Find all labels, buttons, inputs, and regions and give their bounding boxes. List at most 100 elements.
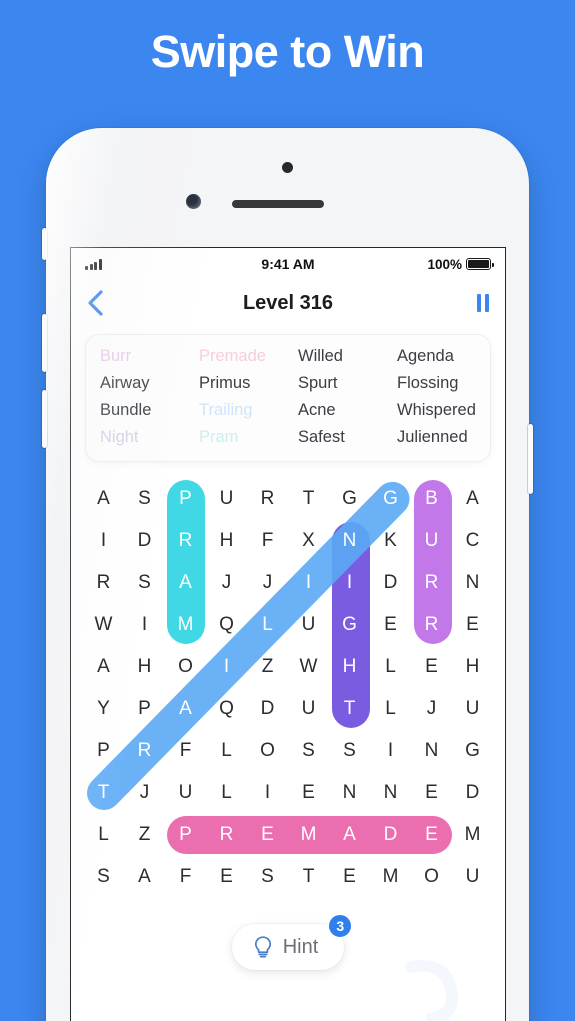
grid-letter-cell[interactable]: I	[329, 562, 370, 604]
grid-letter-cell[interactable]: S	[288, 730, 329, 772]
grid-letter-cell[interactable]: E	[411, 772, 452, 814]
grid-letter-cell[interactable]: U	[206, 478, 247, 520]
grid-letter-cell[interactable]: G	[452, 730, 493, 772]
hint-button[interactable]: Hint 3	[231, 913, 354, 970]
grid-letter-cell[interactable]: T	[329, 688, 370, 730]
volume-down-button[interactable]	[42, 390, 47, 448]
grid-letter-cell[interactable]: U	[452, 856, 493, 898]
grid-letter-cell[interactable]: A	[165, 688, 206, 730]
grid-letter-cell[interactable]: F	[247, 520, 288, 562]
grid-letter-cell[interactable]: A	[452, 478, 493, 520]
grid-letter-cell[interactable]: K	[370, 520, 411, 562]
grid-letter-cell[interactable]: G	[370, 478, 411, 520]
word-search-grid[interactable]: ASPURTGGBAIDRHFXNKUCRSAJJIIDRNWIMQLUGERE…	[79, 474, 493, 898]
grid-letter-cell[interactable]: T	[288, 856, 329, 898]
grid-letter-cell[interactable]: I	[288, 562, 329, 604]
grid-letter-cell[interactable]: D	[452, 772, 493, 814]
grid-letter-cell[interactable]: Q	[206, 604, 247, 646]
grid-letter-cell[interactable]: E	[288, 772, 329, 814]
grid-letter-cell[interactable]: U	[288, 688, 329, 730]
grid-letter-cell[interactable]: B	[411, 478, 452, 520]
grid-letter-cell[interactable]: Z	[124, 814, 165, 856]
grid-letter-cell[interactable]: G	[329, 604, 370, 646]
grid-letter-cell[interactable]: P	[124, 688, 165, 730]
grid-letter-cell[interactable]: X	[288, 520, 329, 562]
grid-letter-cell[interactable]: G	[329, 478, 370, 520]
grid-letter-cell[interactable]: I	[247, 772, 288, 814]
grid-letter-cell[interactable]: W	[288, 646, 329, 688]
grid-letter-cell[interactable]: U	[452, 688, 493, 730]
grid-letter-cell[interactable]: O	[411, 856, 452, 898]
grid-letter-cell[interactable]: D	[124, 520, 165, 562]
grid-letter-cell[interactable]: H	[124, 646, 165, 688]
grid-letter-cell[interactable]: T	[288, 478, 329, 520]
grid-letter-cell[interactable]: R	[411, 604, 452, 646]
grid-letter-cell[interactable]: A	[329, 814, 370, 856]
grid-letter-cell[interactable]: L	[247, 604, 288, 646]
grid-letter-cell[interactable]: E	[206, 856, 247, 898]
grid-letter-cell[interactable]: E	[411, 814, 452, 856]
silent-switch-button[interactable]	[42, 228, 47, 260]
grid-letter-cell[interactable]: J	[411, 688, 452, 730]
grid-letter-cell[interactable]: M	[165, 604, 206, 646]
grid-letter-cell[interactable]: J	[247, 562, 288, 604]
grid-letter-cell[interactable]: Y	[83, 688, 124, 730]
grid-letter-cell[interactable]: E	[329, 856, 370, 898]
grid-letter-cell[interactable]: R	[247, 478, 288, 520]
grid-letter-cell[interactable]: N	[329, 520, 370, 562]
grid-letter-cell[interactable]: N	[370, 772, 411, 814]
grid-letter-cell[interactable]: L	[206, 730, 247, 772]
grid-letter-cell[interactable]: S	[124, 562, 165, 604]
grid-letter-cell[interactable]: O	[247, 730, 288, 772]
grid-letter-cell[interactable]: N	[329, 772, 370, 814]
grid-letter-cell[interactable]: D	[370, 814, 411, 856]
grid-letter-cell[interactable]: L	[370, 646, 411, 688]
grid-letter-cell[interactable]: O	[165, 646, 206, 688]
grid-letter-cell[interactable]: E	[370, 604, 411, 646]
grid-letter-cell[interactable]: J	[124, 772, 165, 814]
grid-letter-cell[interactable]: L	[206, 772, 247, 814]
volume-up-button[interactable]	[42, 314, 47, 372]
grid-letter-cell[interactable]: U	[411, 520, 452, 562]
grid-letter-cell[interactable]: I	[370, 730, 411, 772]
grid-letter-cell[interactable]: M	[452, 814, 493, 856]
grid-letter-cell[interactable]: R	[83, 562, 124, 604]
grid-letter-cell[interactable]: L	[83, 814, 124, 856]
grid-letter-cell[interactable]: I	[124, 604, 165, 646]
grid-letter-cell[interactable]: W	[83, 604, 124, 646]
grid-letter-cell[interactable]: R	[124, 730, 165, 772]
grid-letter-cell[interactable]: U	[165, 772, 206, 814]
grid-letter-cell[interactable]: H	[329, 646, 370, 688]
grid-letter-cell[interactable]: D	[370, 562, 411, 604]
grid-letter-cell[interactable]: E	[452, 604, 493, 646]
grid-letter-cell[interactable]: N	[411, 730, 452, 772]
grid-letter-cell[interactable]: P	[83, 730, 124, 772]
grid-letter-cell[interactable]: A	[83, 478, 124, 520]
grid-letter-cell[interactable]: I	[83, 520, 124, 562]
letter-cells[interactable]: ASPURTGGBAIDRHFXNKUCRSAJJIIDRNWIMQLUGERE…	[83, 478, 493, 898]
grid-letter-cell[interactable]: M	[370, 856, 411, 898]
power-button[interactable]	[528, 424, 533, 494]
grid-letter-cell[interactable]: M	[288, 814, 329, 856]
grid-letter-cell[interactable]: J	[206, 562, 247, 604]
grid-letter-cell[interactable]: D	[247, 688, 288, 730]
grid-letter-cell[interactable]: S	[247, 856, 288, 898]
grid-letter-cell[interactable]: F	[165, 856, 206, 898]
grid-letter-cell[interactable]: H	[206, 520, 247, 562]
grid-letter-cell[interactable]: S	[83, 856, 124, 898]
grid-letter-cell[interactable]: L	[370, 688, 411, 730]
grid-letter-cell[interactable]: Z	[247, 646, 288, 688]
grid-letter-cell[interactable]: A	[124, 856, 165, 898]
grid-letter-cell[interactable]: C	[452, 520, 493, 562]
grid-letter-cell[interactable]: E	[411, 646, 452, 688]
grid-letter-cell[interactable]: N	[452, 562, 493, 604]
grid-letter-cell[interactable]: R	[165, 520, 206, 562]
grid-letter-cell[interactable]: I	[206, 646, 247, 688]
grid-letter-cell[interactable]: S	[124, 478, 165, 520]
grid-letter-cell[interactable]: A	[165, 562, 206, 604]
grid-letter-cell[interactable]: H	[452, 646, 493, 688]
grid-letter-cell[interactable]: T	[83, 772, 124, 814]
grid-letter-cell[interactable]: R	[411, 562, 452, 604]
grid-letter-cell[interactable]: E	[247, 814, 288, 856]
grid-letter-cell[interactable]: P	[165, 814, 206, 856]
